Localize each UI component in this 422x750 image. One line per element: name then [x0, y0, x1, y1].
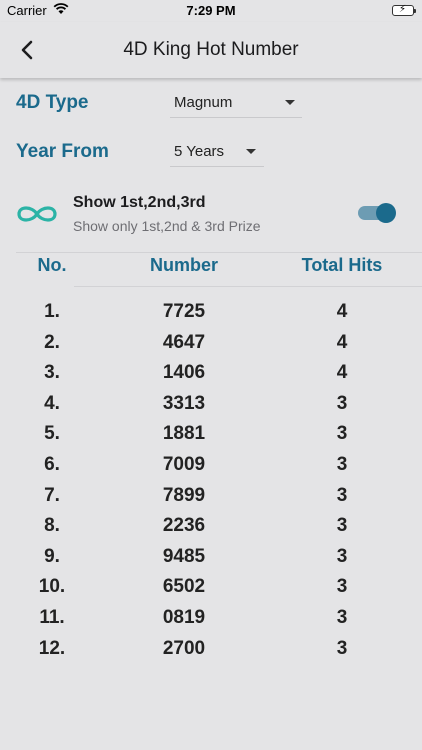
table-row: 8. 2236 3 — [0, 511, 422, 542]
row-4d-number: 3313 — [162, 392, 206, 414]
header-divider — [74, 286, 422, 287]
table-row: 4. 3313 3 — [0, 389, 422, 420]
hot-number-table: 1. 7725 4 2. 4647 4 3. 1406 4 4. 3313 3 5. 1881 3 6. 700… — [0, 297, 422, 664]
year-value: 5 Years — [174, 143, 225, 160]
row-total-hits: 3 — [336, 576, 348, 598]
row-total-hits: 3 — [336, 484, 348, 506]
table-row: 1. 7725 4 — [0, 297, 422, 328]
row-number: 4. — [44, 392, 60, 414]
toggle-knob — [376, 203, 396, 223]
dropdown-arrow-icon — [285, 100, 295, 105]
row-number: 6. — [44, 453, 60, 475]
row-number: 3. — [44, 362, 60, 384]
type-label: 4D Type — [16, 92, 89, 113]
row-4d-number: 1406 — [162, 362, 206, 384]
prize-toggle[interactable] — [358, 203, 396, 223]
table-row: 11. 0819 3 — [0, 603, 422, 634]
row-number: 12. — [38, 637, 66, 659]
table-row: 10. 6502 3 — [0, 572, 422, 603]
row-4d-number: 7009 — [162, 453, 206, 475]
row-total-hits: 4 — [336, 362, 348, 384]
year-label: Year From — [16, 141, 109, 162]
row-4d-number: 4647 — [162, 331, 206, 353]
infinity-icon — [17, 206, 57, 222]
table-row: 12. 2700 3 — [0, 634, 422, 665]
table-row: 7. 7899 3 — [0, 481, 422, 512]
row-4d-number: 9485 — [162, 545, 206, 567]
row-number: 10. — [38, 576, 66, 598]
row-total-hits: 3 — [336, 392, 348, 414]
status-bar: Carrier 7:29 PM ⚡ — [0, 0, 422, 22]
row-4d-number: 0819 — [162, 606, 206, 628]
prize-option-subtitle: Show only 1st,2nd & 3rd Prize — [73, 218, 261, 234]
row-total-hits: 3 — [336, 606, 348, 628]
year-dropdown[interactable]: 5 Years — [170, 137, 264, 167]
row-4d-number: 1881 — [162, 423, 206, 445]
column-header-number: Number — [149, 255, 218, 275]
row-4d-number: 6502 — [162, 576, 206, 598]
row-total-hits: 3 — [336, 515, 348, 537]
table-row: 3. 1406 4 — [0, 358, 422, 389]
divider — [16, 252, 422, 253]
row-number: 9. — [44, 545, 60, 567]
table-row: 5. 1881 3 — [0, 419, 422, 450]
row-number: 11. — [39, 606, 65, 628]
row-total-hits: 3 — [336, 545, 348, 567]
column-header-total-hits: Total Hits — [301, 255, 383, 275]
column-header-no: No. — [37, 255, 67, 275]
table-row: 2. 4647 4 — [0, 328, 422, 359]
dropdown-arrow-icon — [246, 149, 256, 154]
row-number: 1. — [44, 301, 60, 322]
row-4d-number: 2236 — [162, 515, 206, 537]
row-total-hits: 4 — [336, 301, 348, 322]
row-number: 7. — [44, 484, 60, 506]
clock: 7:29 PM — [186, 3, 236, 18]
type-dropdown[interactable]: Magnum — [170, 88, 302, 118]
row-number: 8. — [44, 515, 60, 537]
prize-filter-row: Show 1st,2nd,3rd Show only 1st,2nd & 3rd… — [0, 188, 422, 242]
row-number: 2. — [44, 331, 60, 353]
type-value: Magnum — [174, 94, 233, 111]
battery-icon: ⚡ — [392, 4, 416, 16]
row-total-hits: 3 — [336, 423, 348, 445]
prize-option-title: Show 1st,2nd,3rd — [73, 194, 206, 211]
navigation-bar: 4D King Hot Number — [0, 22, 422, 78]
page-title: 4D King Hot Number — [123, 39, 299, 60]
row-number: 5. — [44, 423, 60, 445]
row-total-hits: 4 — [336, 331, 348, 353]
row-4d-number: 7725 — [162, 301, 206, 322]
table-row: 9. 9485 3 — [0, 542, 422, 573]
row-total-hits: 3 — [336, 453, 348, 475]
row-4d-number: 7899 — [162, 484, 206, 506]
table-row: 6. 7009 3 — [0, 450, 422, 481]
row-4d-number: 2700 — [162, 637, 206, 659]
row-total-hits: 3 — [336, 637, 348, 659]
